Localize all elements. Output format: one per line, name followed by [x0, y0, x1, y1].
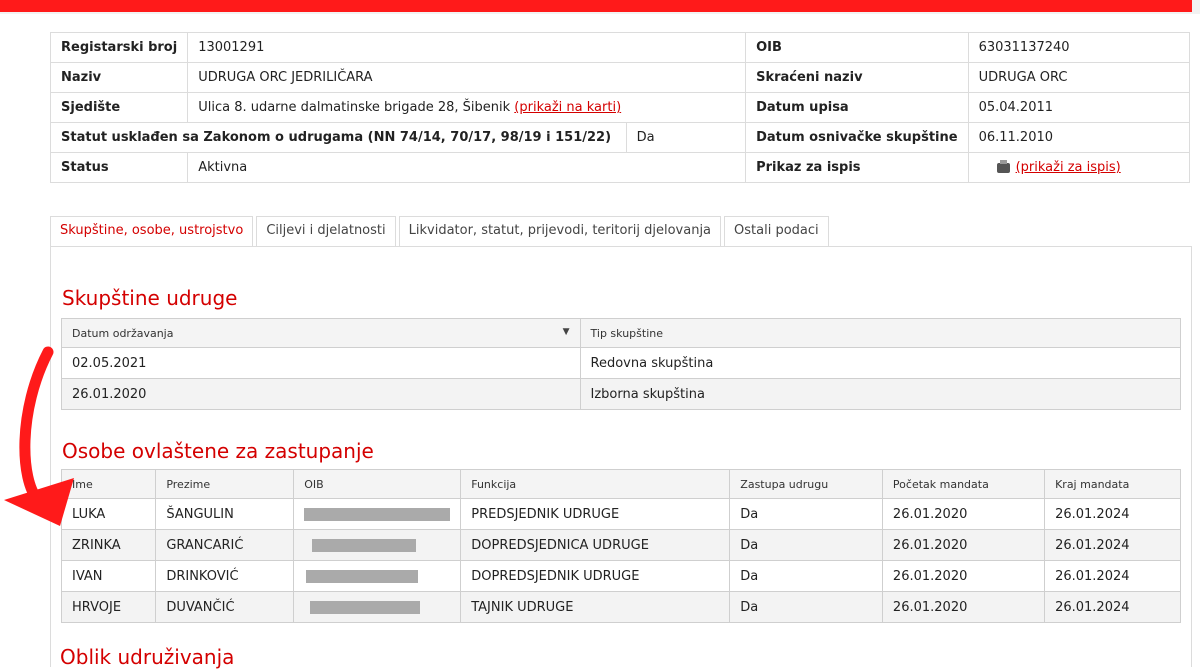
oib-label: OIB	[745, 32, 969, 63]
oib-value: 63031137240	[967, 32, 1191, 63]
table-row[interactable]: LUKA ŠANGULIN PREDSJEDNIK UDRUGE Da 26.0…	[60, 498, 1181, 530]
table-row[interactable]: 26.01.2020 Izborna skupština	[61, 378, 1182, 410]
table-row[interactable]: HRVOJE DUVANČIĆ TAJNIK UDRUGE Da 26.01.2…	[60, 591, 1181, 623]
registarski-broj-label: Registarski broj	[49, 32, 189, 63]
zastupa-cell: Da	[729, 529, 883, 561]
oib-cell	[293, 498, 462, 530]
ime-cell: HRVOJE	[60, 591, 157, 623]
redacted-oib	[312, 538, 417, 552]
top-banner	[0, 0, 1200, 14]
registry-info-table: Registarski broj 13001291 OIB 6303113724…	[49, 32, 1191, 183]
osobe-table: Ime Prezime OIB Funkcija Zastupa udrugu …	[60, 469, 1181, 623]
print-view-link[interactable]: (prikaži za ispis)	[1016, 160, 1121, 175]
kraj-cell: 26.01.2024	[1044, 498, 1181, 530]
col-kraj[interactable]: Kraj mandata	[1044, 469, 1181, 499]
skraceni-naziv-label: Skraćeni naziv	[745, 62, 969, 93]
sjediste-cell: Ulica 8. udarne dalmatinske brigade 28, …	[187, 92, 747, 123]
red-annotation-bar	[0, 0, 1192, 12]
table-header-row: Ime Prezime OIB Funkcija Zastupa udrugu …	[60, 469, 1181, 499]
col-funkcija[interactable]: Funkcija	[460, 469, 731, 499]
redacted-oib	[310, 600, 421, 614]
funkcija-cell: TAJNIK UDRUGE	[460, 591, 731, 623]
table-header-row: Datum održavanja ▼ Tip skupštine	[61, 318, 1182, 348]
redacted-oib	[304, 507, 451, 521]
skraceni-naziv-value: UDRUGA ORC	[967, 62, 1191, 93]
tip-cell: Izborna skupština	[579, 378, 1182, 410]
naziv-label: Naziv	[49, 62, 189, 93]
prezime-cell: ŠANGULIN	[155, 498, 295, 530]
zastupa-cell: Da	[729, 560, 883, 592]
oib-cell	[293, 591, 462, 623]
naziv-value: UDRUGA ORC JEDRILIČARA	[187, 62, 747, 93]
tab-skupstine-osobe[interactable]: Skupštine, osobe, ustrojstvo	[50, 216, 254, 246]
prezime-cell: DRINKOVIĆ	[155, 560, 295, 592]
tab-likvidator[interactable]: Likvidator, statut, prijevodi, teritorij…	[398, 216, 722, 246]
kraj-cell: 26.01.2024	[1044, 529, 1181, 561]
tip-cell: Redovna skupština	[579, 347, 1182, 379]
zastupa-cell: Da	[729, 591, 883, 623]
table-row[interactable]: ZRINKA GRANCARIĆ DOPREDSJEDNICA UDRUGE D…	[60, 529, 1181, 561]
statut-label: Statut usklađen sa Zakonom o udrugama (N…	[50, 122, 627, 153]
datum-upisa-value: 05.04.2011	[967, 92, 1191, 123]
status-value: Aktivna	[187, 152, 747, 183]
skupstine-table: Datum održavanja ▼ Tip skupštine 02.05.20…	[61, 318, 1182, 410]
kraj-cell: 26.01.2024	[1044, 560, 1181, 592]
pocetak-cell: 26.01.2020	[881, 591, 1046, 623]
col-oib[interactable]: OIB	[293, 469, 462, 499]
pocetak-cell: 26.01.2020	[881, 498, 1046, 530]
ispis-label: Prikaz za ispis	[745, 152, 969, 183]
redacted-oib	[306, 569, 419, 583]
ime-cell: IVAN	[60, 560, 157, 592]
info-row: Naziv UDRUGA ORC JEDRILIČARA Skraćeni na…	[49, 62, 1191, 93]
pocetak-cell: 26.01.2020	[881, 560, 1046, 592]
info-row: Status Aktivna Prikaz za ispis (prikaži …	[49, 152, 1191, 183]
tab-ostali-podaci[interactable]: Ostali podaci	[724, 216, 829, 246]
tab-ciljevi[interactable]: Ciljevi i djelatnosti	[256, 216, 396, 246]
kraj-cell: 26.01.2024	[1044, 591, 1181, 623]
prezime-cell: DUVANČIĆ	[155, 591, 295, 623]
table-row[interactable]: 02.05.2021 Redovna skupština	[61, 347, 1182, 379]
osnivacka-label: Datum osnivačke skupštine	[745, 122, 969, 153]
osnivacka-value: 06.11.2010	[967, 122, 1191, 153]
red-annotation-arrow-icon	[4, 346, 74, 526]
oib-cell	[293, 529, 462, 561]
sjediste-value: Ulica 8. udarne dalmatinske brigade 28, …	[198, 100, 511, 115]
funkcija-cell: DOPREDSJEDNICA UDRUGE	[460, 529, 731, 561]
skupstine-title: Skupštine udruge	[62, 286, 238, 310]
ispis-cell: (prikaži za ispis)	[967, 152, 1191, 183]
show-on-map-link[interactable]: (prikaži na karti)	[514, 100, 621, 115]
col-zastupa[interactable]: Zastupa udrugu	[729, 469, 883, 499]
printer-icon	[996, 159, 1010, 173]
sjediste-label: Sjedište	[49, 92, 189, 123]
col-prezime[interactable]: Prezime	[155, 469, 295, 499]
funkcija-cell: DOPREDSJEDNIK UDRUGE	[460, 560, 731, 592]
info-row: Registarski broj 13001291 OIB 6303113724…	[49, 32, 1191, 63]
sort-down-icon[interactable]: ▼	[563, 327, 570, 337]
table-row[interactable]: IVAN DRINKOVIĆ DOPREDSJEDNIK UDRUGE Da 2…	[60, 560, 1181, 592]
pocetak-cell: 26.01.2020	[881, 529, 1046, 561]
info-row: Sjedište Ulica 8. udarne dalmatinske bri…	[49, 92, 1191, 123]
status-label: Status	[49, 152, 189, 183]
info-row: Statut usklađen sa Zakonom o udrugama (N…	[50, 122, 1191, 153]
datum-upisa-label: Datum upisa	[745, 92, 969, 123]
funkcija-cell: PREDSJEDNIK UDRUGE	[460, 498, 731, 530]
col-tip-skupstine[interactable]: Tip skupštine	[579, 318, 1182, 348]
registarski-broj-value: 13001291	[187, 32, 747, 63]
col-pocetak[interactable]: Početak mandata	[881, 469, 1046, 499]
statut-value: Da	[625, 122, 747, 153]
oib-cell	[293, 560, 462, 592]
prezime-cell: GRANCARIĆ	[155, 529, 295, 561]
oblik-udruzivanja-title: Oblik udruživanja	[60, 645, 235, 669]
zastupa-cell: Da	[729, 498, 883, 530]
tab-bar: Skupštine, osobe, ustrojstvo Ciljevi i d…	[50, 216, 832, 246]
